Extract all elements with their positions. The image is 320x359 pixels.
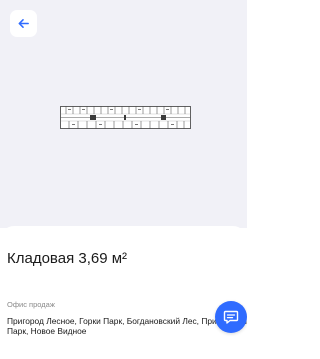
unit-title: Кладовая 3,69 м² — [7, 250, 128, 267]
details-sheet: Кладовая 3,69 м² Офис продаж Пригород Ле… — [0, 226, 247, 359]
floor-plan-viewer[interactable] — [0, 0, 247, 228]
back-button[interactable] — [10, 10, 37, 37]
chat-button[interactable] — [215, 301, 247, 333]
sales-office-label: Офис продаж — [7, 300, 55, 309]
sales-office-complexes: Пригород Лесное, Горки Парк, Богдановски… — [7, 316, 247, 336]
screen: Кладовая 3,69 м² Офис продаж Пригород Ле… — [0, 0, 247, 359]
arrow-left-icon — [17, 17, 30, 30]
floor-plan-image — [60, 106, 191, 129]
chat-bubble-icon — [222, 308, 240, 326]
